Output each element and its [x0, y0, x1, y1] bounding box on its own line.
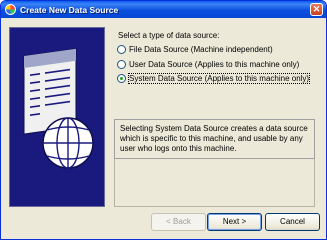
radio-system-data-source[interactable]: System Data Source (Applies to this mach…	[117, 73, 311, 84]
next-button[interactable]: Next >	[207, 213, 262, 231]
create-data-source-dialog: Create New Data Source ✕ Select a type o…	[0, 0, 327, 240]
radio-user-data-source[interactable]: User Data Source (Applies to this machin…	[117, 60, 299, 69]
radio-label[interactable]: System Data Source (Applies to this mach…	[127, 73, 311, 84]
description-text: Selecting System Data Source creates a d…	[114, 119, 315, 159]
globe-graphic	[42, 117, 94, 169]
radio-button[interactable]	[117, 60, 126, 69]
window-title: Create New Data Source	[20, 4, 119, 15]
database-globe-icon	[9, 27, 105, 207]
close-button[interactable]: ✕	[310, 3, 323, 16]
radio-button-checked[interactable]	[117, 74, 126, 83]
radio-label[interactable]: User Data Source (Applies to this machin…	[129, 60, 299, 69]
data-source-type-prompt: Select a type of data source:	[118, 31, 220, 40]
radio-button[interactable]	[117, 45, 126, 54]
radio-label[interactable]: File Data Source (Machine independent)	[129, 45, 273, 54]
title-bar[interactable]: Create New Data Source ✕	[1, 1, 326, 18]
cancel-button[interactable]: Cancel	[265, 213, 320, 231]
odbc-icon	[5, 4, 16, 15]
back-button[interactable]: < Back	[151, 213, 206, 231]
radio-file-data-source[interactable]: File Data Source (Machine independent)	[117, 45, 273, 54]
